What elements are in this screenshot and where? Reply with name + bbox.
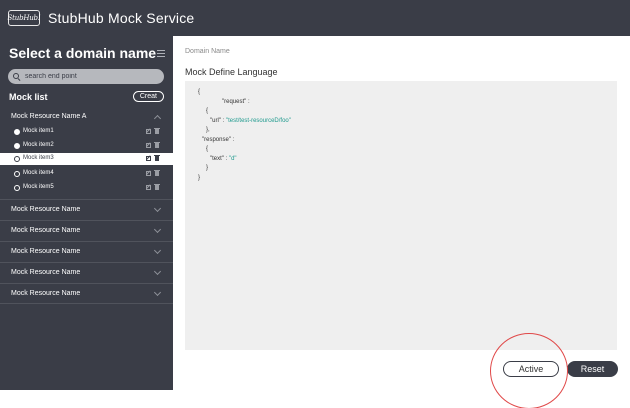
stubhub-logo: StubHub! (8, 10, 41, 26)
code-line: "request" : (198, 98, 291, 108)
trash-icon[interactable] (154, 184, 160, 190)
resource-group-label: Mock Resource Name (11, 227, 81, 234)
edit-icon[interactable] (146, 171, 151, 176)
search-icon (13, 72, 21, 81)
code-line: "response" : (198, 136, 291, 146)
mock-item-label: Mock item4 (23, 170, 54, 176)
code-line: } (198, 174, 291, 184)
code-key: "response" : (202, 136, 235, 143)
edit-icon[interactable] (146, 143, 151, 148)
chevron-down-icon[interactable] (153, 246, 162, 255)
code-line: } (198, 164, 291, 174)
edit-icon[interactable] (146, 156, 151, 161)
radio-button[interactable] (14, 156, 20, 162)
trash-icon[interactable] (154, 155, 160, 161)
chevron-down-icon[interactable] (153, 267, 162, 276)
code-string-value: "d" (228, 155, 237, 162)
resource-group-row[interactable]: Mock Resource Name (0, 199, 173, 220)
code-key: } (198, 174, 201, 181)
resource-group-label: Mock Resource Name (11, 290, 81, 297)
active-button[interactable]: Active (503, 361, 559, 377)
create-button[interactable]: Creat (132, 91, 164, 102)
mdl-section-title: Mock Define Language (185, 67, 278, 77)
code-line: }, (198, 126, 291, 136)
resource-group-row[interactable]: Mock Resource Name (0, 262, 173, 283)
resource-group-label: Mock Resource Name (11, 206, 81, 213)
chevron-down-icon[interactable] (153, 225, 162, 234)
app-title: StubHub Mock Service (48, 10, 195, 26)
edit-icon[interactable] (146, 129, 151, 134)
mock-item-label: Mock item3 (23, 155, 54, 161)
code-key: "url" : (210, 117, 226, 124)
reset-button[interactable]: Reset (567, 361, 618, 377)
mock-list-header: Mock list Creat (9, 91, 164, 102)
code-string-value: "test/test-resourceD/foo" (225, 117, 291, 124)
mock-item[interactable]: Mock item1 (0, 126, 173, 138)
search-box[interactable] (8, 69, 164, 84)
mock-item-label: Mock item2 (23, 142, 54, 148)
code-line: "url" : "test/test-resourceD/foo" (198, 117, 291, 127)
code-key: { (206, 108, 209, 114)
mock-item-label: Mock item1 (23, 128, 54, 134)
mock-item-selected[interactable]: Mock item3 (0, 153, 173, 165)
mock-item[interactable]: Mock item5 (0, 182, 173, 194)
code-key: "request" : (222, 98, 250, 105)
top-bar: StubHub! StubHub Mock Service (0, 0, 630, 36)
resource-group-row[interactable]: Mock Resource Name (0, 220, 173, 241)
resource-group-label: Mock Resource Name (11, 269, 81, 276)
mock-list-title: Mock list (9, 91, 48, 102)
mock-item[interactable]: Mock item2 (0, 140, 173, 152)
code-line: { (198, 145, 291, 155)
domain-name-label: Domain Name (185, 48, 230, 55)
mock-item-label: Mock item5 (23, 184, 54, 190)
code-key: { (206, 146, 209, 152)
resource-group-label: Mock Resource Name A (11, 113, 87, 120)
radio-button[interactable] (14, 143, 20, 149)
radio-button[interactable] (14, 185, 20, 191)
code-key: "text" : (210, 155, 229, 162)
code-key: { (198, 89, 201, 95)
code-key: } (206, 165, 209, 171)
chevron-down-icon[interactable] (153, 288, 162, 297)
radio-button[interactable] (14, 171, 20, 177)
code-editor[interactable]: {"request" :{"url" : "test/test-resource… (185, 81, 617, 350)
chevron-up-icon[interactable] (153, 114, 162, 123)
resource-group-a-header[interactable]: Mock Resource Name A (0, 113, 173, 123)
mdl-code[interactable]: {"request" :{"url" : "test/test-resource… (198, 88, 291, 183)
code-key: }, (206, 127, 210, 133)
code-line: "text" : "d" (198, 155, 291, 165)
resource-group-row[interactable]: Mock Resource Name (0, 241, 173, 262)
search-input[interactable] (25, 73, 155, 80)
resource-group-label: Mock Resource Name (11, 248, 81, 255)
edit-icon[interactable] (146, 185, 151, 190)
chevron-down-icon[interactable] (153, 204, 162, 213)
sidebar-header: Select a domain name (9, 45, 165, 61)
hamburger-menu-icon[interactable] (157, 49, 165, 57)
sidebar: Select a domain name Mock list Creat Moc… (0, 36, 173, 390)
trash-icon[interactable] (154, 128, 160, 134)
resource-group-row[interactable]: Mock Resource Name (0, 283, 173, 304)
radio-button[interactable] (14, 129, 20, 135)
code-line: { (198, 107, 291, 117)
domain-select-title[interactable]: Select a domain name (9, 45, 156, 61)
mock-item[interactable]: Mock item4 (0, 168, 173, 180)
trash-icon[interactable] (154, 170, 160, 176)
code-line: { (198, 88, 291, 98)
trash-icon[interactable] (154, 142, 160, 148)
